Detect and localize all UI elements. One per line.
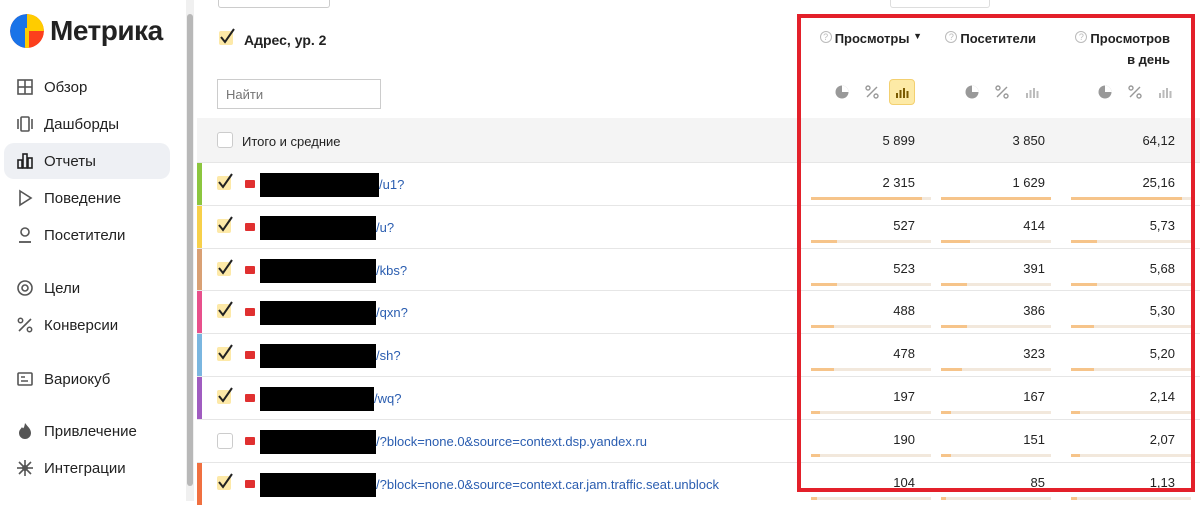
percent-icon	[16, 316, 34, 334]
row-color-marker	[197, 205, 202, 248]
favicon-icon	[245, 394, 255, 402]
row-checkbox[interactable]	[217, 387, 233, 406]
sidebar-item-4[interactable]: Посетители	[4, 217, 170, 253]
row-checkbox[interactable]	[217, 216, 233, 235]
sidebar-item-label: Дашборды	[44, 115, 119, 133]
row-color-marker	[197, 163, 202, 205]
favicon-icon	[245, 180, 255, 188]
row-url-link[interactable]: /kbs?	[376, 263, 407, 278]
row-checkbox[interactable]	[217, 259, 233, 278]
row-url-link[interactable]: /sh?	[376, 348, 401, 363]
logo[interactable]: Метрика	[10, 14, 163, 48]
row-url-link[interactable]: /?block=none.0&source=context.car.jam.tr…	[376, 477, 719, 492]
sidebar-item-label: Конверсии	[44, 316, 119, 334]
sidebar-item-label: Вариокуб	[44, 370, 111, 388]
sidebar-item-7[interactable]: Вариокуб	[4, 361, 170, 397]
person-icon	[16, 226, 34, 244]
favicon-icon	[245, 351, 255, 360]
favicon-icon	[245, 479, 255, 488]
dimension-title[interactable]: Адрес, ур. 2	[244, 32, 326, 48]
redacted-block	[260, 472, 376, 497]
value-bar-fill	[1071, 496, 1077, 500]
redacted-block	[260, 301, 376, 326]
row-checkbox[interactable]	[217, 473, 233, 492]
sidebar-item-0[interactable]: Обзор	[4, 69, 170, 105]
target-icon	[16, 279, 34, 297]
favicon-icon	[245, 222, 255, 231]
sidebar-item-label: Привлечение	[44, 422, 137, 440]
value-bar-track	[811, 496, 931, 500]
bar-chart-icon	[16, 152, 34, 170]
play-icon	[16, 189, 34, 207]
cube-icon	[16, 370, 34, 388]
sidebar-item-label: Обзор	[44, 78, 88, 96]
sidebar-item-1[interactable]: Дашборды	[4, 106, 170, 142]
favicon-icon	[245, 265, 255, 274]
row-color-marker	[197, 462, 202, 505]
total-checkbox[interactable]	[217, 132, 233, 148]
sidebar-item-2[interactable]: Отчеты	[4, 143, 170, 179]
dimension-checkbox[interactable]	[218, 28, 236, 51]
row-url-link[interactable]: /u?	[376, 220, 394, 235]
sidebar-item-label: Цели	[44, 279, 81, 297]
sidebar-item-label: Поведение	[44, 189, 122, 207]
row-url-link[interactable]: /u1?	[379, 177, 404, 192]
sidebar-item-label: Интеграции	[44, 459, 126, 477]
sidebar-item-label: Отчеты	[44, 152, 96, 170]
value-bar-fill	[941, 496, 946, 500]
row-checkbox[interactable]	[217, 432, 233, 449]
sidebar-item-8[interactable]: Привлечение	[4, 413, 170, 449]
row-url-link[interactable]: /qxn?	[376, 305, 408, 320]
value-bar-fill	[811, 496, 817, 500]
app-title: Метрика	[50, 15, 163, 46]
redacted-block	[260, 258, 376, 283]
redacted-block	[260, 429, 376, 454]
row-color-marker	[197, 334, 202, 377]
sidebar-item-label: Посетители	[44, 226, 126, 244]
redacted-block	[260, 387, 374, 411]
value-bar-track	[1071, 496, 1191, 500]
row-checkbox[interactable]	[217, 344, 233, 363]
dashboards-icon	[16, 115, 34, 133]
sidebar-item-5[interactable]: Цели	[4, 270, 170, 306]
row-color-marker	[197, 377, 202, 419]
sidebar: Метрика Обзор Дашборды Отчеты Поведение Посе…	[0, 0, 185, 501]
sidebar-item-3[interactable]: Поведение	[4, 180, 170, 216]
grid-icon	[16, 78, 34, 96]
row-url-link[interactable]: /wq?	[374, 391, 401, 406]
sidebar-item-9[interactable]: Интеграции	[4, 450, 170, 486]
row-checkbox[interactable]	[217, 301, 233, 320]
row-checkbox[interactable]	[217, 173, 233, 192]
top-button-right[interactable]	[890, 0, 990, 8]
row-color-marker	[197, 291, 202, 334]
redacted-block	[260, 344, 376, 369]
redacted-block	[260, 215, 376, 240]
redacted-block	[260, 173, 379, 197]
integrations-icon	[16, 459, 34, 477]
total-label: Итого и средние	[242, 134, 341, 149]
value-bar-track	[941, 496, 1051, 500]
sidebar-scrollbar[interactable]	[186, 0, 194, 501]
row-color-marker	[197, 248, 202, 291]
favicon-icon	[245, 436, 255, 445]
search-input[interactable]	[217, 79, 381, 109]
metrika-logo-icon	[10, 14, 44, 48]
top-button[interactable]	[218, 0, 330, 8]
favicon-icon	[245, 308, 255, 317]
sidebar-item-6[interactable]: Конверсии	[4, 307, 170, 343]
scroll-thumb[interactable]	[187, 14, 193, 486]
highlight-frame	[797, 14, 1195, 492]
row-url-link[interactable]: /?block=none.0&source=context.dsp.yandex…	[376, 434, 647, 449]
flame-icon	[16, 422, 34, 440]
